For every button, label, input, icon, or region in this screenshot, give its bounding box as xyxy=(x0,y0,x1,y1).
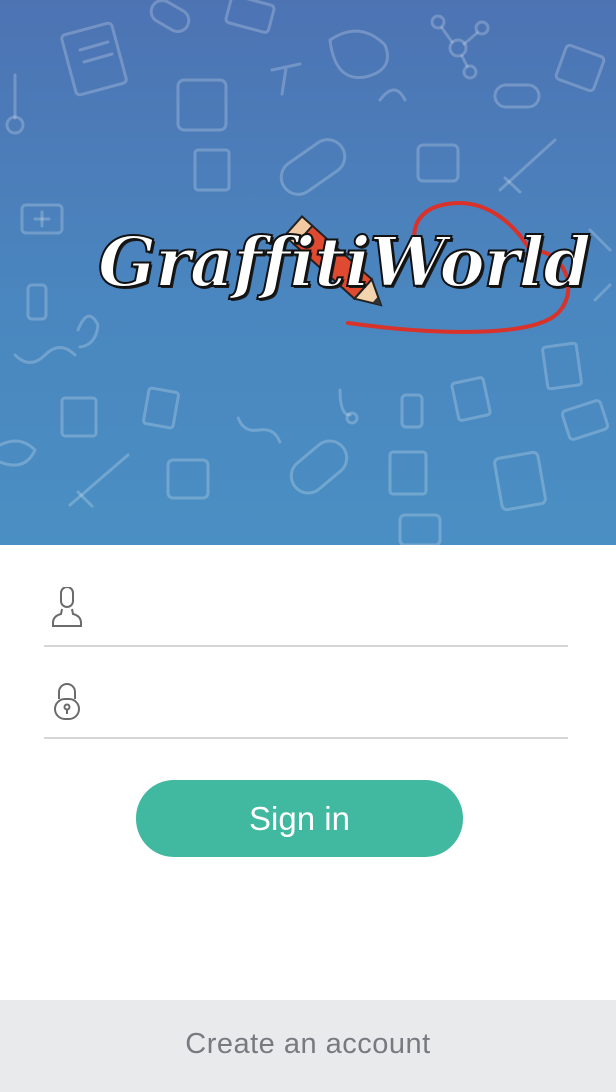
signin-button[interactable]: Sign in xyxy=(136,780,463,857)
header-banner: GraffitiWorld xyxy=(0,0,616,545)
logo-text: GraffitiWorld xyxy=(97,222,592,304)
user-icon xyxy=(52,587,82,627)
footer-bar: Create an account xyxy=(0,1000,616,1092)
create-account-link[interactable]: Create an account xyxy=(0,1028,616,1061)
password-field xyxy=(44,645,568,739)
lock-icon xyxy=(54,683,80,720)
app-logo: GraffitiWorld xyxy=(90,195,592,355)
username-input[interactable] xyxy=(106,579,560,629)
username-field xyxy=(44,553,568,647)
password-input[interactable] xyxy=(106,671,560,721)
